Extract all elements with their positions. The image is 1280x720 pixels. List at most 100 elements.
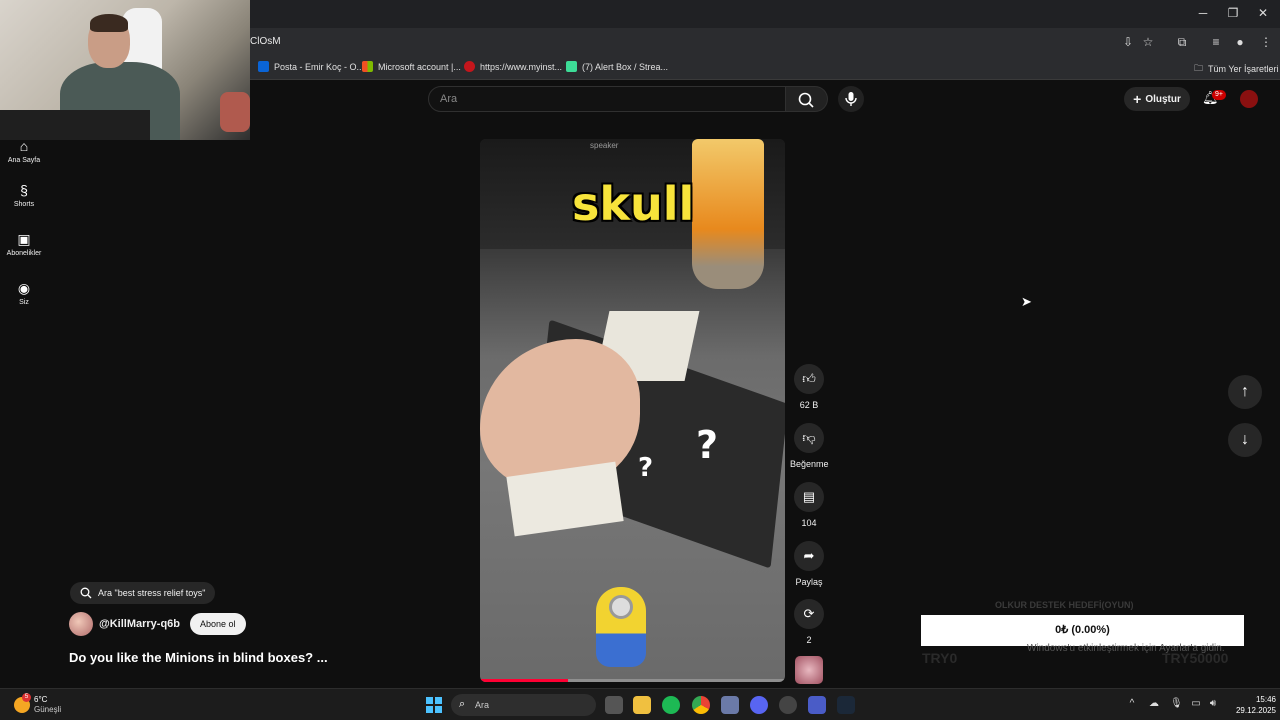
subscriptions-icon: ▣ bbox=[17, 231, 31, 247]
share-button[interactable]: ➦ Paylaş bbox=[790, 541, 828, 587]
bookmark-posta[interactable]: Posta - Emir Koç - O... bbox=[258, 61, 364, 72]
create-label: Oluştur bbox=[1145, 93, 1181, 105]
share-label: Paylaş bbox=[795, 577, 823, 587]
mouse-cursor-icon: ➤ bbox=[1021, 294, 1032, 309]
bookmark-star-icon[interactable]: ☆ bbox=[1140, 34, 1156, 50]
taskbar-search-input[interactable]: ⌕ Ara bbox=[451, 694, 596, 716]
app-icon[interactable] bbox=[721, 696, 739, 714]
all-bookmarks[interactable]: 🗀 Tüm Yer İşaretleri bbox=[1194, 61, 1279, 77]
nav-subscriptions[interactable]: ▣ Abonelikler bbox=[0, 231, 48, 257]
dislike-button[interactable]: 👎︎ Beğenme bbox=[790, 423, 829, 469]
install-app-icon[interactable]: ⇩ bbox=[1120, 34, 1136, 50]
arrow-down-icon: ↓ bbox=[1241, 431, 1249, 448]
nav-shorts[interactable]: § Shorts bbox=[0, 182, 48, 208]
remix-icon: ⟳ bbox=[794, 599, 824, 629]
create-button[interactable]: + Oluştur bbox=[1124, 87, 1190, 111]
webcam-desk bbox=[0, 110, 150, 140]
bookmark-alertbox[interactable]: (7) Alert Box / Strea... bbox=[566, 61, 668, 72]
comment-count: 104 bbox=[801, 518, 817, 528]
like-button[interactable]: 👍︎ 62 B bbox=[790, 364, 828, 410]
nav-home[interactable]: ⌂ Ana Sayfa bbox=[0, 138, 48, 164]
nav-home-label: Ana Sayfa bbox=[7, 157, 41, 164]
volume-icon[interactable]: 🔊︎ bbox=[1207, 698, 1219, 710]
voice-search-button[interactable] bbox=[838, 86, 864, 112]
spotify-icon[interactable] bbox=[662, 696, 680, 714]
bookmark-label: https://www.myinst... bbox=[480, 61, 563, 72]
outlook-icon bbox=[258, 61, 269, 72]
extensions-icon[interactable]: ⧉ bbox=[1174, 34, 1190, 50]
video-overlay-text: skull bbox=[572, 177, 695, 231]
task-view-icon[interactable] bbox=[605, 696, 623, 714]
comment-icon: ▤ bbox=[794, 482, 824, 512]
next-short-button[interactable]: ↓ bbox=[1228, 423, 1262, 457]
media-icon[interactable]: ≡ bbox=[1208, 34, 1224, 50]
menu-icon[interactable]: ⋮ bbox=[1258, 34, 1274, 50]
file-explorer-icon[interactable] bbox=[633, 696, 651, 714]
clock-date[interactable]: 29.12.2025 bbox=[1226, 706, 1276, 715]
related-search-chip[interactable]: Ara "best stress relief toys" bbox=[70, 582, 216, 604]
bookmark-myinst[interactable]: https://www.myinst... bbox=[464, 61, 562, 72]
video-progress-bar[interactable] bbox=[480, 679, 785, 682]
app-icon[interactable] bbox=[808, 696, 826, 714]
donation-goal-title: OLKUR DESTEK HEDEFİ(OYUN) bbox=[995, 600, 1134, 610]
nav-you[interactable]: ◉ Siz bbox=[0, 280, 48, 306]
close-icon[interactable]: ✕ bbox=[1248, 6, 1278, 22]
comments-button[interactable]: ▤ 104 bbox=[790, 482, 828, 528]
network-icon[interactable]: ▭ bbox=[1190, 698, 1202, 710]
like-count: 62 B bbox=[799, 400, 819, 410]
discord-icon[interactable] bbox=[750, 696, 768, 714]
chrome-icon[interactable] bbox=[692, 696, 710, 714]
clock-time[interactable]: 15:46 bbox=[1246, 695, 1276, 704]
minimize-icon[interactable]: ─ bbox=[1188, 6, 1218, 22]
plus-icon: + bbox=[1133, 91, 1142, 107]
question-mark-icon: ? bbox=[696, 423, 719, 467]
channel-name[interactable]: @KillMarry-q6b bbox=[99, 618, 180, 630]
sound-avatar[interactable] bbox=[795, 656, 823, 684]
nav-you-label: Siz bbox=[19, 299, 29, 306]
microphone-icon bbox=[845, 92, 857, 106]
bookmark-label: (7) Alert Box / Strea... bbox=[582, 61, 669, 72]
minion-toy bbox=[596, 587, 646, 667]
related-search-text: Ara "best stress relief toys" bbox=[98, 588, 206, 598]
share-icon: ➦ bbox=[794, 541, 824, 571]
question-mark-icon: ? bbox=[638, 453, 654, 483]
onedrive-icon[interactable]: ☁ bbox=[1148, 698, 1160, 710]
notifications-badge: 9+ bbox=[1212, 90, 1226, 100]
speaker-text: speaker bbox=[590, 141, 619, 150]
search-icon: ⌕ bbox=[459, 698, 466, 710]
avatar[interactable] bbox=[1240, 90, 1258, 108]
steam-icon[interactable] bbox=[837, 696, 855, 714]
bookmark-label: Microsoft account |... bbox=[378, 61, 461, 72]
lava-lamp bbox=[692, 139, 764, 289]
previous-short-button[interactable]: ↑ bbox=[1228, 375, 1262, 409]
remix-count: 2 bbox=[806, 635, 812, 645]
bookmark-microsoft[interactable]: Microsoft account |... bbox=[362, 61, 461, 72]
channel-avatar[interactable] bbox=[69, 612, 93, 636]
address-bar[interactable]: ClOsM ⇩ ☆ ⧉ ≡ ● ⋮ bbox=[250, 28, 1280, 56]
short-video-player[interactable]: speaker skull ? ? bbox=[480, 139, 785, 682]
obs-icon[interactable] bbox=[779, 696, 797, 714]
you-icon: ◉ bbox=[17, 280, 31, 296]
weather-badge: 5 bbox=[22, 693, 31, 702]
bookmark-label: Posta - Emir Koç - O... bbox=[274, 61, 365, 72]
taskbar-search-placeholder: Ara bbox=[475, 700, 490, 710]
search-input[interactable]: Ara bbox=[428, 86, 786, 112]
restore-icon[interactable]: ❐ bbox=[1218, 6, 1248, 22]
thumbs-up-icon: 👍︎ bbox=[794, 364, 824, 394]
weather-temperature[interactable]: 6°C bbox=[34, 695, 47, 704]
streamlabs-icon bbox=[566, 61, 577, 72]
webcam-person-hair bbox=[90, 14, 128, 32]
arrow-up-icon: ↑ bbox=[1241, 383, 1249, 400]
search-button[interactable] bbox=[786, 86, 828, 112]
chevron-up-icon[interactable]: ^ bbox=[1126, 698, 1138, 710]
webcam-flowers bbox=[220, 92, 250, 132]
microphone-icon[interactable]: 🎙︎ bbox=[1170, 698, 1183, 710]
profile-icon[interactable]: ● bbox=[1232, 34, 1248, 50]
remix-button[interactable]: ⟳ 2 bbox=[790, 599, 828, 645]
home-icon: ⌂ bbox=[19, 138, 29, 154]
weather-condition[interactable]: Güneşli bbox=[34, 705, 61, 714]
subscribe-button[interactable]: Abone ol bbox=[190, 613, 246, 635]
video-title[interactable]: Do you like the Minions in blind boxes? … bbox=[69, 650, 328, 665]
microsoft-icon bbox=[362, 61, 373, 72]
windows-start-icon[interactable] bbox=[426, 697, 442, 713]
